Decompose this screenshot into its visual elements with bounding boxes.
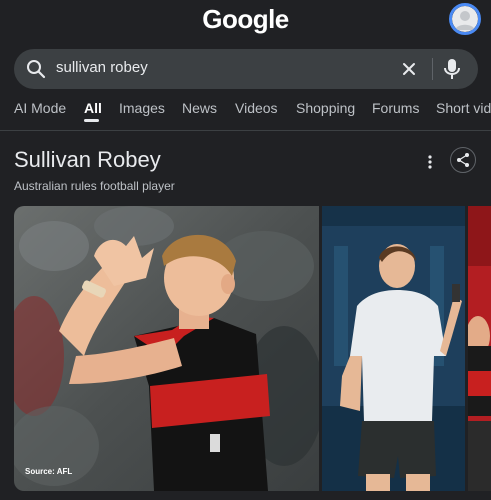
- tab-ai-mode[interactable]: AI Mode: [14, 100, 66, 116]
- knowledge-panel-image-3[interactable]: [468, 206, 491, 491]
- mic-icon[interactable]: [442, 57, 462, 86]
- search-bar[interactable]: sullivan robey: [14, 49, 478, 89]
- clear-icon[interactable]: [400, 60, 418, 83]
- tab-news[interactable]: News: [182, 100, 217, 116]
- search-divider: [432, 58, 433, 80]
- more-vert-icon[interactable]: [420, 150, 440, 174]
- account-avatar-icon[interactable]: [449, 3, 481, 35]
- share-icon[interactable]: [450, 147, 476, 173]
- tab-all[interactable]: All: [84, 100, 102, 116]
- image-source-label: Source: AFL: [25, 467, 72, 476]
- knowledge-panel-image-1[interactable]: Source: AFL: [14, 206, 319, 491]
- tab-videos[interactable]: Videos: [235, 100, 278, 116]
- header: Google: [0, 0, 491, 44]
- tab-shopping[interactable]: Shopping: [296, 100, 355, 116]
- knowledge-panel-image-2[interactable]: [322, 206, 465, 491]
- knowledge-panel-title: Sullivan Robey: [14, 147, 161, 172]
- tab-images[interactable]: Images: [119, 100, 165, 116]
- search-tabs: AI Mode All Images News Videos Shopping …: [0, 96, 491, 131]
- active-tab-indicator: [84, 119, 99, 122]
- search-icon[interactable]: [26, 59, 46, 84]
- google-logo[interactable]: Google: [0, 4, 491, 35]
- knowledge-panel-subtitle: Australian rules football player: [14, 179, 175, 193]
- search-input[interactable]: sullivan robey: [56, 59, 148, 76]
- tab-forums[interactable]: Forums: [372, 100, 419, 116]
- tab-short-videos[interactable]: Short vide: [436, 100, 491, 116]
